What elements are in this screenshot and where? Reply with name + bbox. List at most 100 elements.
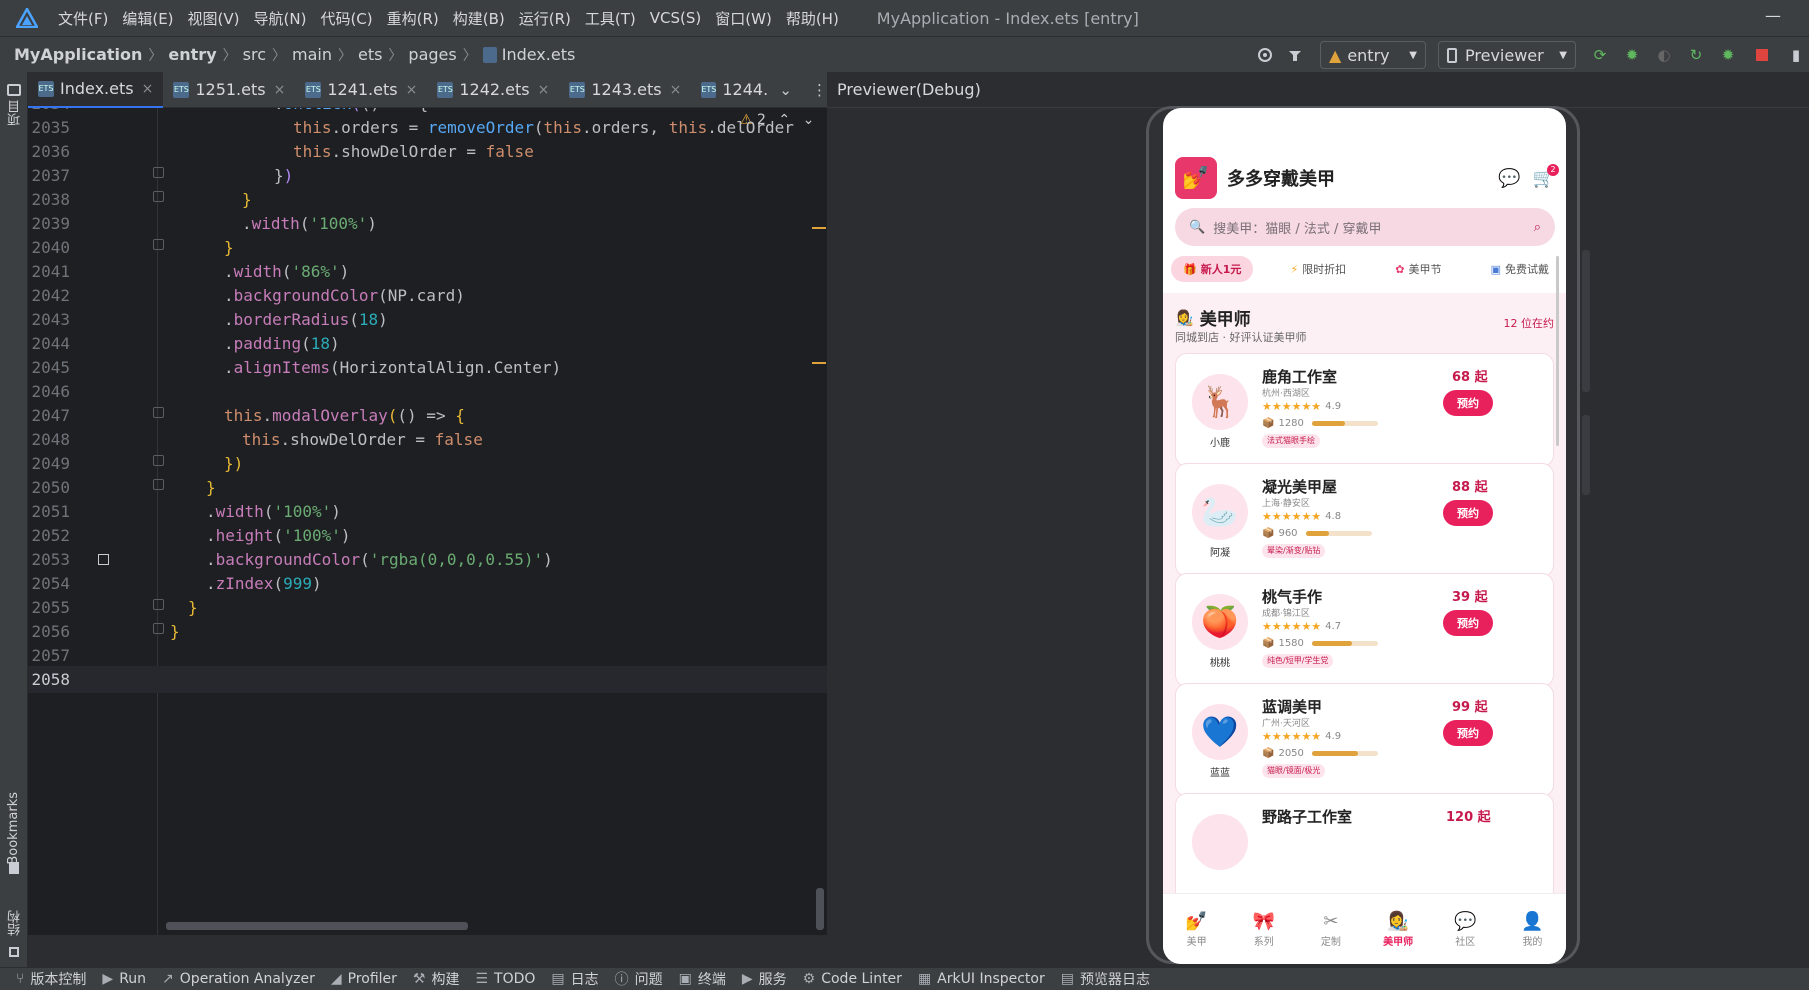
module-select[interactable]: ▲ entry ▼	[1320, 41, 1426, 69]
bookmarks-tool[interactable]: Bookmarks	[6, 792, 21, 865]
warning-stripe-marker[interactable]	[812, 362, 826, 364]
fold-marker-icon[interactable]	[153, 407, 164, 418]
tab-1242[interactable]: ETS 1242.ets ×	[427, 72, 559, 108]
operation-analyzer-tool[interactable]: ↗ Operation Analyzer	[162, 971, 315, 987]
tab-series[interactable]: 🎀 系列	[1230, 894, 1297, 964]
tab-1241[interactable]: ETS 1241.ets ×	[295, 72, 427, 108]
artist-card[interactable]: 🦢 阿凝 凝光美甲屋 上海·静安区 ★★★★★★ 4.8 📦 960 晕染/渐变/贴…	[1175, 463, 1554, 577]
breadcrumb-file[interactable]: Index.ets	[502, 45, 576, 64]
menu-refactor[interactable]: 重构(R)	[387, 8, 439, 29]
book-button[interactable]: 预约	[1443, 500, 1493, 526]
arkui-inspector-tool[interactable]: ▦ ArkUI Inspector	[918, 971, 1045, 987]
apply-changes-icon[interactable]: ↻	[1684, 42, 1708, 68]
attach-debugger-icon[interactable]: ◐	[1652, 42, 1676, 68]
tab-1243[interactable]: ETS 1243.ets ×	[559, 72, 691, 108]
problems-tool[interactable]: ⓘ 问题	[615, 969, 663, 989]
menu-file[interactable]: 文件(F)	[58, 8, 108, 29]
device-manager-icon[interactable]: ▮	[1786, 42, 1806, 68]
menu-view[interactable]: 视图(V)	[188, 8, 240, 29]
horizontal-scrollbar[interactable]	[166, 922, 468, 930]
cart-icon[interactable]: 🛒 2	[1533, 163, 1559, 189]
category-flash-sale[interactable]: ⚡ 限时折扣	[1278, 256, 1358, 282]
close-icon[interactable]: ×	[142, 81, 154, 97]
tab-index[interactable]: ETS Index.ets ×	[28, 71, 164, 108]
close-icon[interactable]: ×	[670, 82, 682, 98]
code-line: .zIndex(999)	[206, 574, 322, 593]
list-scrollbar[interactable]	[1556, 256, 1559, 446]
breadcrumb-src[interactable]: src	[243, 45, 266, 64]
breadcrumb-main[interactable]: main	[292, 45, 332, 64]
code-editor[interactable]: ⚠ 2 ⌃ ⌄ 2034.onClick(() => { 2035this.or…	[28, 108, 827, 935]
artist-card[interactable]: 🍑 桃桃 桃气手作 成都·锦江区 ★★★★★★ 4.7 📦 1580 纯色/短甲/学…	[1175, 573, 1554, 687]
menu-run[interactable]: 运行(R)	[519, 8, 571, 29]
tab-nails[interactable]: 💅 美甲	[1163, 894, 1230, 964]
tab-artists[interactable]: 👩‍🎨 美甲师	[1365, 894, 1432, 964]
rerun-icon[interactable]: ⟳	[1588, 42, 1612, 68]
book-button[interactable]: 预约	[1443, 720, 1493, 746]
breadcrumb-pages[interactable]: pages	[408, 45, 456, 64]
project-icon[interactable]	[7, 84, 21, 96]
menu-navigate[interactable]: 导航(N)	[254, 8, 307, 29]
menu-tools[interactable]: 工具(T)	[585, 8, 636, 29]
warning-stripe-marker[interactable]	[812, 227, 826, 229]
menu-edit[interactable]: 编辑(E)	[122, 8, 173, 29]
device-select[interactable]: Previewer ▼	[1438, 41, 1576, 69]
todo-tool[interactable]: ☰ TODO	[475, 971, 535, 987]
fold-marker-icon[interactable]	[153, 167, 164, 178]
close-icon[interactable]: ×	[406, 82, 418, 98]
code-linter-tool[interactable]: ⚙ Code Linter	[803, 971, 902, 987]
tabs-overflow-chevron-icon[interactable]: ⌄	[779, 81, 792, 99]
run-tool[interactable]: ▶ Run	[102, 971, 146, 987]
log-tool[interactable]: ▤ 日志	[551, 969, 598, 989]
category-new-user[interactable]: 🎁 新人1元	[1171, 256, 1254, 282]
chat-icon[interactable]: 💬	[1498, 168, 1520, 189]
stop-icon[interactable]	[1752, 42, 1772, 68]
category-free-trial[interactable]: ▣ 免费试戴	[1479, 256, 1561, 282]
menu-build[interactable]: 构建(B)	[453, 8, 505, 29]
category-nail-festival[interactable]: ✿ 美甲节	[1383, 256, 1453, 282]
fold-marker-icon[interactable]	[153, 479, 164, 490]
debug-icon[interactable]: ✹	[1620, 42, 1644, 68]
breadcrumb-module[interactable]: entry	[168, 45, 216, 64]
artist-card[interactable]: 野路子工作室 120 起	[1175, 793, 1554, 907]
structure-tool[interactable]: 结构	[6, 910, 25, 936]
hammer-icon[interactable]	[1284, 42, 1306, 68]
profile-icon[interactable]: ✹	[1716, 42, 1740, 68]
breadcrumb-ets[interactable]: ets	[358, 45, 382, 64]
tab-profile[interactable]: 👤 我的	[1499, 894, 1566, 964]
tab-community[interactable]: 💬 社区	[1432, 894, 1499, 964]
vertical-scrollbar[interactable]	[816, 888, 824, 930]
fold-marker-icon[interactable]	[153, 599, 164, 610]
artist-card[interactable]: 🦌 小鹿 鹿角工作室 杭州·西湖区 ★★★★★★ 4.9 📦 1280 法式猫眼手绘…	[1175, 353, 1554, 467]
book-button[interactable]: 预约	[1443, 610, 1493, 636]
vcs-tool[interactable]: ⑂ 版本控制	[16, 969, 86, 989]
close-icon[interactable]: ×	[274, 82, 286, 98]
tab-custom[interactable]: ✂ 定制	[1297, 894, 1364, 964]
color-swatch-icon[interactable]	[98, 554, 109, 565]
minimize-icon[interactable]: —	[1753, 6, 1793, 30]
menu-code[interactable]: 代码(C)	[320, 8, 372, 29]
terminal-tool[interactable]: ▣ 终端	[679, 969, 726, 989]
fold-marker-icon[interactable]	[153, 623, 164, 634]
fold-marker-icon[interactable]	[153, 455, 164, 466]
breadcrumb-project[interactable]: MyApplication	[14, 45, 142, 64]
fold-marker-icon[interactable]	[153, 239, 164, 250]
artist-card[interactable]: 💙 蓝蓝 蓝调美甲 广州·天河区 ★★★★★★ 4.9 📦 2050 猫眼/镜面/极…	[1175, 683, 1554, 797]
target-icon[interactable]	[1254, 42, 1276, 68]
build-tool[interactable]: ⚒ 构建	[413, 969, 460, 989]
search-input[interactable]: 🔍 搜美甲：猫眼 / 法式 / 穿戴甲 ⌕	[1175, 208, 1555, 246]
fold-marker-icon[interactable]	[153, 191, 164, 202]
project-tool[interactable]: 项目	[6, 100, 25, 126]
tab-1251[interactable]: ETS 1251.ets ×	[163, 72, 295, 108]
menu-window[interactable]: 窗口(W)	[715, 8, 772, 29]
menu-help[interactable]: 帮助(H)	[786, 8, 839, 29]
previewer-log-tool[interactable]: ▤ 预览器日志	[1061, 969, 1150, 989]
more-options-icon[interactable]: ⋮	[812, 81, 827, 99]
search-submit-icon[interactable]: ⌕	[1534, 220, 1541, 235]
profiler-tool[interactable]: ◢ Profiler	[331, 971, 397, 987]
book-button[interactable]: 预约	[1443, 390, 1493, 416]
close-icon[interactable]: ×	[538, 82, 550, 98]
tab-1244[interactable]: ETS 1244.ets	[691, 72, 769, 108]
menu-vcs[interactable]: VCS(S)	[650, 9, 701, 27]
services-tool[interactable]: ▶ 服务	[742, 969, 787, 989]
